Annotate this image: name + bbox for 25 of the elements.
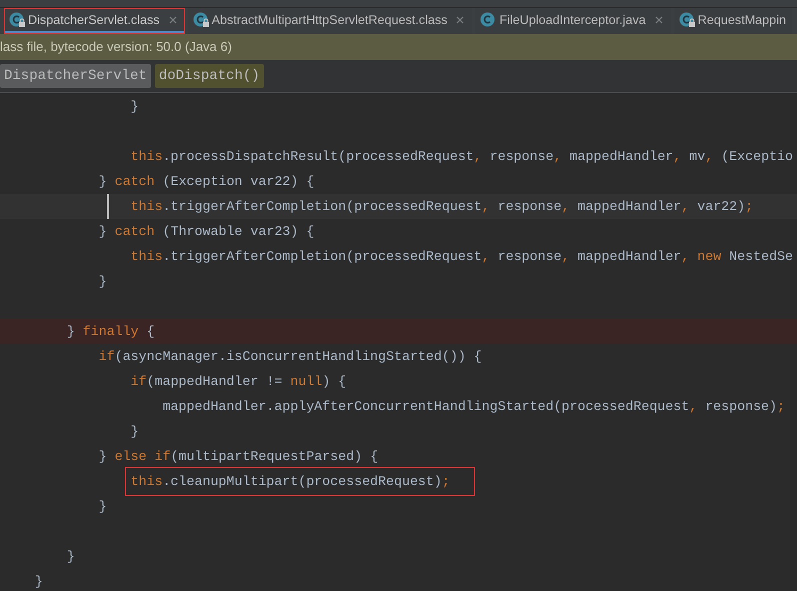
code-line: } else if(multipartRequestParsed) { — [98, 449, 378, 464]
code-line: } — [130, 99, 139, 114]
code-line: if(mappedHandler != null) { — [130, 374, 346, 389]
code-line: } catch (Throwable var23) { — [98, 224, 314, 239]
text-cursor — [107, 194, 109, 219]
breadcrumb[interactable]: DispatcherServlet — [0, 64, 151, 88]
code-line: this.triggerAfterCompletion(processedRequest, response, mappedHandler, var22); — [130, 199, 754, 214]
info-banner: lass file, bytecode version: 50.0 (Java 6) — [0, 34, 797, 60]
editor-tab[interactable]: DispatcherServlet.class — [4, 8, 185, 34]
code-line: this.cleanupMultipart(processedRequest); — [130, 474, 450, 489]
code-line: } — [98, 499, 107, 514]
close-icon[interactable] — [654, 14, 664, 24]
code-line: } — [98, 274, 107, 289]
breadcrumb[interactable]: doDispatch() — [154, 64, 264, 88]
code-line: } finally { — [66, 324, 155, 339]
code-line: this.triggerAfterCompletion(processedRequest, response, mappedHandler, new NestedSe — [130, 249, 794, 264]
code-line: mappedHandler.applyAfterConcurrentHandlingStarted(processedRequest, response); — [162, 399, 785, 414]
code-line: } — [130, 424, 139, 439]
code-line: } — [66, 549, 75, 564]
code-line: } — [34, 574, 43, 589]
close-icon[interactable] — [168, 14, 178, 24]
code-line: if(asyncManager.isConcurrentHandlingStarted()) { — [98, 349, 482, 364]
code-line: } catch (Exception var22) { — [98, 174, 314, 189]
close-icon[interactable] — [455, 14, 466, 24]
code-line: this.processDispatchResult(processedRequest, response, mappedHandler, mv, (Exceptio — [130, 149, 794, 164]
